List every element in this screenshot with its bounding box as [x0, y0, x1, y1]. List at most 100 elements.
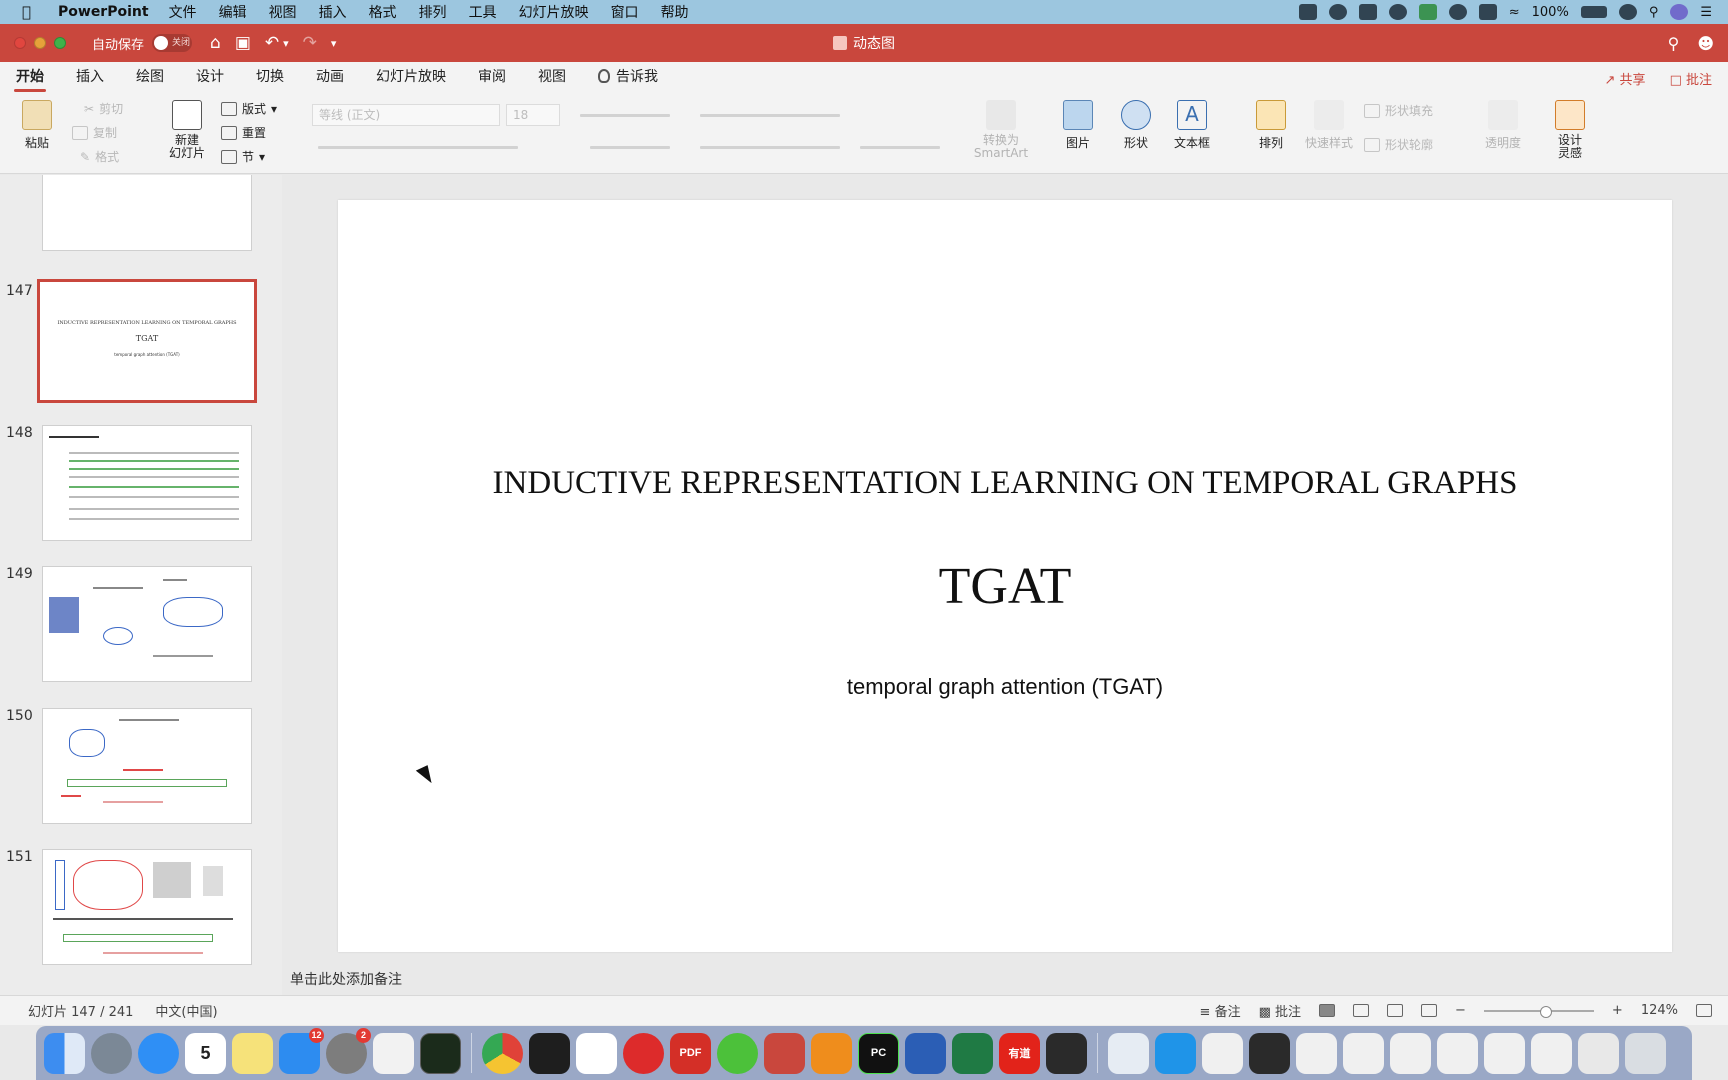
minimized-window-thumbnail[interactable] [1437, 1032, 1478, 1074]
safari-icon[interactable] [138, 1032, 179, 1074]
minimized-window-thumbnail[interactable] [1249, 1032, 1290, 1074]
launchpad-icon[interactable] [91, 1032, 132, 1074]
excel-icon[interactable] [952, 1032, 993, 1074]
minimize-window-button[interactable] [34, 37, 46, 49]
tab-design[interactable]: 设计 [180, 62, 240, 94]
minimized-window-thumbnail[interactable] [1390, 1032, 1431, 1074]
copy-button[interactable]: 复制 [72, 124, 117, 141]
clock-icon[interactable] [1618, 4, 1637, 20]
textbox-button[interactable]: A 文本框 [1168, 100, 1216, 151]
home-icon[interactable]: ⌂ [210, 33, 221, 53]
minimized-window-thumbnail[interactable] [1578, 1032, 1619, 1074]
slide-thumbnail-previous[interactable] [42, 175, 252, 251]
documents-stack-icon[interactable] [1108, 1032, 1149, 1074]
pycharm-icon[interactable]: PC [858, 1032, 899, 1074]
designer-button[interactable]: 设计 灵感 [1548, 100, 1592, 160]
wechat-icon[interactable] [717, 1032, 758, 1074]
normal-view-icon[interactable] [1319, 1004, 1336, 1017]
downloads-stack-icon[interactable] [1155, 1032, 1196, 1074]
input-method-icon[interactable] [1478, 4, 1497, 20]
battery-icon[interactable] [1580, 6, 1607, 18]
section-button[interactable]: 节 ▾ [221, 148, 265, 165]
menu-file[interactable]: 文件 [169, 2, 197, 22]
app-store-icon[interactable]: 12 [279, 1027, 324, 1074]
tell-me-box[interactable]: 告诉我 [582, 62, 674, 94]
notes-app-icon[interactable] [232, 1032, 273, 1074]
slide-thumbnail[interactable] [42, 425, 252, 541]
menu-help[interactable]: 帮助 [661, 2, 689, 22]
app-menu[interactable]: PowerPoint [58, 4, 149, 20]
autosave-toggle[interactable]: 关闭 [152, 34, 193, 52]
paste-button[interactable]: 粘贴 [14, 100, 60, 151]
comments-toggle[interactable]: ▩ 批注 [1259, 1001, 1301, 1020]
slide-canvas[interactable]: INDUCTIVE REPRESENTATION LEARNING ON TEM… [338, 200, 1672, 952]
activity-monitor-icon[interactable] [420, 1032, 461, 1074]
tab-review[interactable]: 审阅 [462, 62, 522, 94]
format-painter-button[interactable]: ✎ 格式 [80, 148, 119, 165]
search-document-icon[interactable]: ⚲ [1668, 34, 1680, 53]
slide-subtitle[interactable]: temporal graph attention (TGAT) [338, 674, 1672, 700]
calendar-icon[interactable]: 5 [185, 1032, 226, 1074]
menu-format[interactable]: 格式 [369, 2, 397, 22]
reading-view-icon[interactable] [1387, 1004, 1404, 1017]
terminal-icon[interactable] [529, 1032, 570, 1074]
menu-tools[interactable]: 工具 [469, 2, 497, 22]
shapes-button[interactable]: 形状 [1114, 100, 1158, 151]
sync-icon[interactable] [1448, 4, 1467, 20]
wifi-icon[interactable]: ≈ [1509, 5, 1520, 20]
menu-arrange[interactable]: 排列 [419, 2, 447, 22]
tab-draw[interactable]: 绘图 [120, 62, 180, 94]
account-icon[interactable]: ☻ [1697, 34, 1714, 53]
sublime-text-icon[interactable] [811, 1032, 852, 1074]
siri-icon[interactable] [1670, 4, 1689, 20]
slide-sorter-icon[interactable] [1353, 1004, 1370, 1017]
shape-fill-button[interactable]: 形状填充 [1364, 102, 1433, 119]
menu-view[interactable]: 视图 [269, 2, 297, 22]
minimized-window-thumbnail[interactable] [1343, 1032, 1384, 1074]
tab-insert[interactable]: 插入 [60, 62, 120, 94]
share-button[interactable]: ↗ 共享 [1605, 69, 1646, 88]
slide-thumbnail[interactable] [42, 566, 252, 682]
convert-smartart-button[interactable]: 转换为 SmartArt [968, 100, 1034, 160]
zoom-slider[interactable] [1483, 1005, 1594, 1018]
picture-button[interactable]: 图片 [1056, 100, 1100, 151]
tab-home[interactable]: 开始 [0, 62, 60, 94]
minimized-window-thumbnail[interactable] [1296, 1032, 1337, 1074]
green-app-icon[interactable] [1418, 4, 1437, 20]
word-icon[interactable] [905, 1032, 946, 1074]
menu-window[interactable]: 窗口 [611, 2, 639, 22]
notes-toggle[interactable]: ≡ 备注 [1200, 1001, 1241, 1020]
tab-slideshow[interactable]: 幻灯片放映 [360, 62, 462, 94]
video-icon[interactable] [1298, 4, 1317, 20]
screen-recorder-icon[interactable] [1046, 1032, 1087, 1074]
zoom-out-icon[interactable]: − [1455, 1003, 1466, 1018]
slide-heading[interactable]: TGAT [338, 557, 1672, 616]
wechat-status-icon[interactable] [1328, 4, 1347, 20]
slide-thumbnail-pane[interactable]: 147 INDUCTIVE REPRESENTATION LEARNING ON… [0, 175, 282, 995]
minimized-window-thumbnail[interactable] [1202, 1032, 1243, 1074]
slide-thumbnail[interactable] [42, 849, 252, 965]
reset-button[interactable]: 重置 [221, 124, 266, 141]
system-settings-icon[interactable]: 2 [326, 1027, 371, 1074]
shape-outline-button[interactable]: 形状轮廓 [1364, 136, 1433, 153]
minimized-window-thumbnail[interactable] [1531, 1032, 1572, 1074]
search-icon[interactable]: ⚲ [1649, 5, 1659, 20]
close-window-button[interactable] [14, 37, 26, 49]
script-editor-icon[interactable] [373, 1032, 414, 1074]
quick-styles-button[interactable]: 快速样式 [1302, 100, 1356, 151]
finder-icon[interactable] [44, 1032, 85, 1074]
slideshow-view-icon[interactable] [1421, 1004, 1438, 1017]
slide-thumbnail[interactable] [42, 708, 252, 824]
chrome-icon[interactable] [482, 1032, 523, 1074]
arrange-button[interactable]: 排列 [1250, 100, 1292, 151]
tab-animations[interactable]: 动画 [300, 62, 360, 94]
undo-icon[interactable]: ↶ [265, 33, 279, 53]
baidu-netdisk-icon[interactable] [576, 1032, 617, 1074]
fit-to-window-icon[interactable] [1696, 1004, 1712, 1017]
powerpoint-icon[interactable] [764, 1032, 805, 1074]
youdao-icon[interactable]: 有道 [999, 1032, 1040, 1074]
undo-dropdown-icon[interactable]: ▾ [283, 37, 289, 50]
apple-menu-icon[interactable]:  [22, 3, 44, 21]
menu-slideshow[interactable]: 幻灯片放映 [519, 2, 589, 22]
menu-insert[interactable]: 插入 [319, 2, 347, 22]
